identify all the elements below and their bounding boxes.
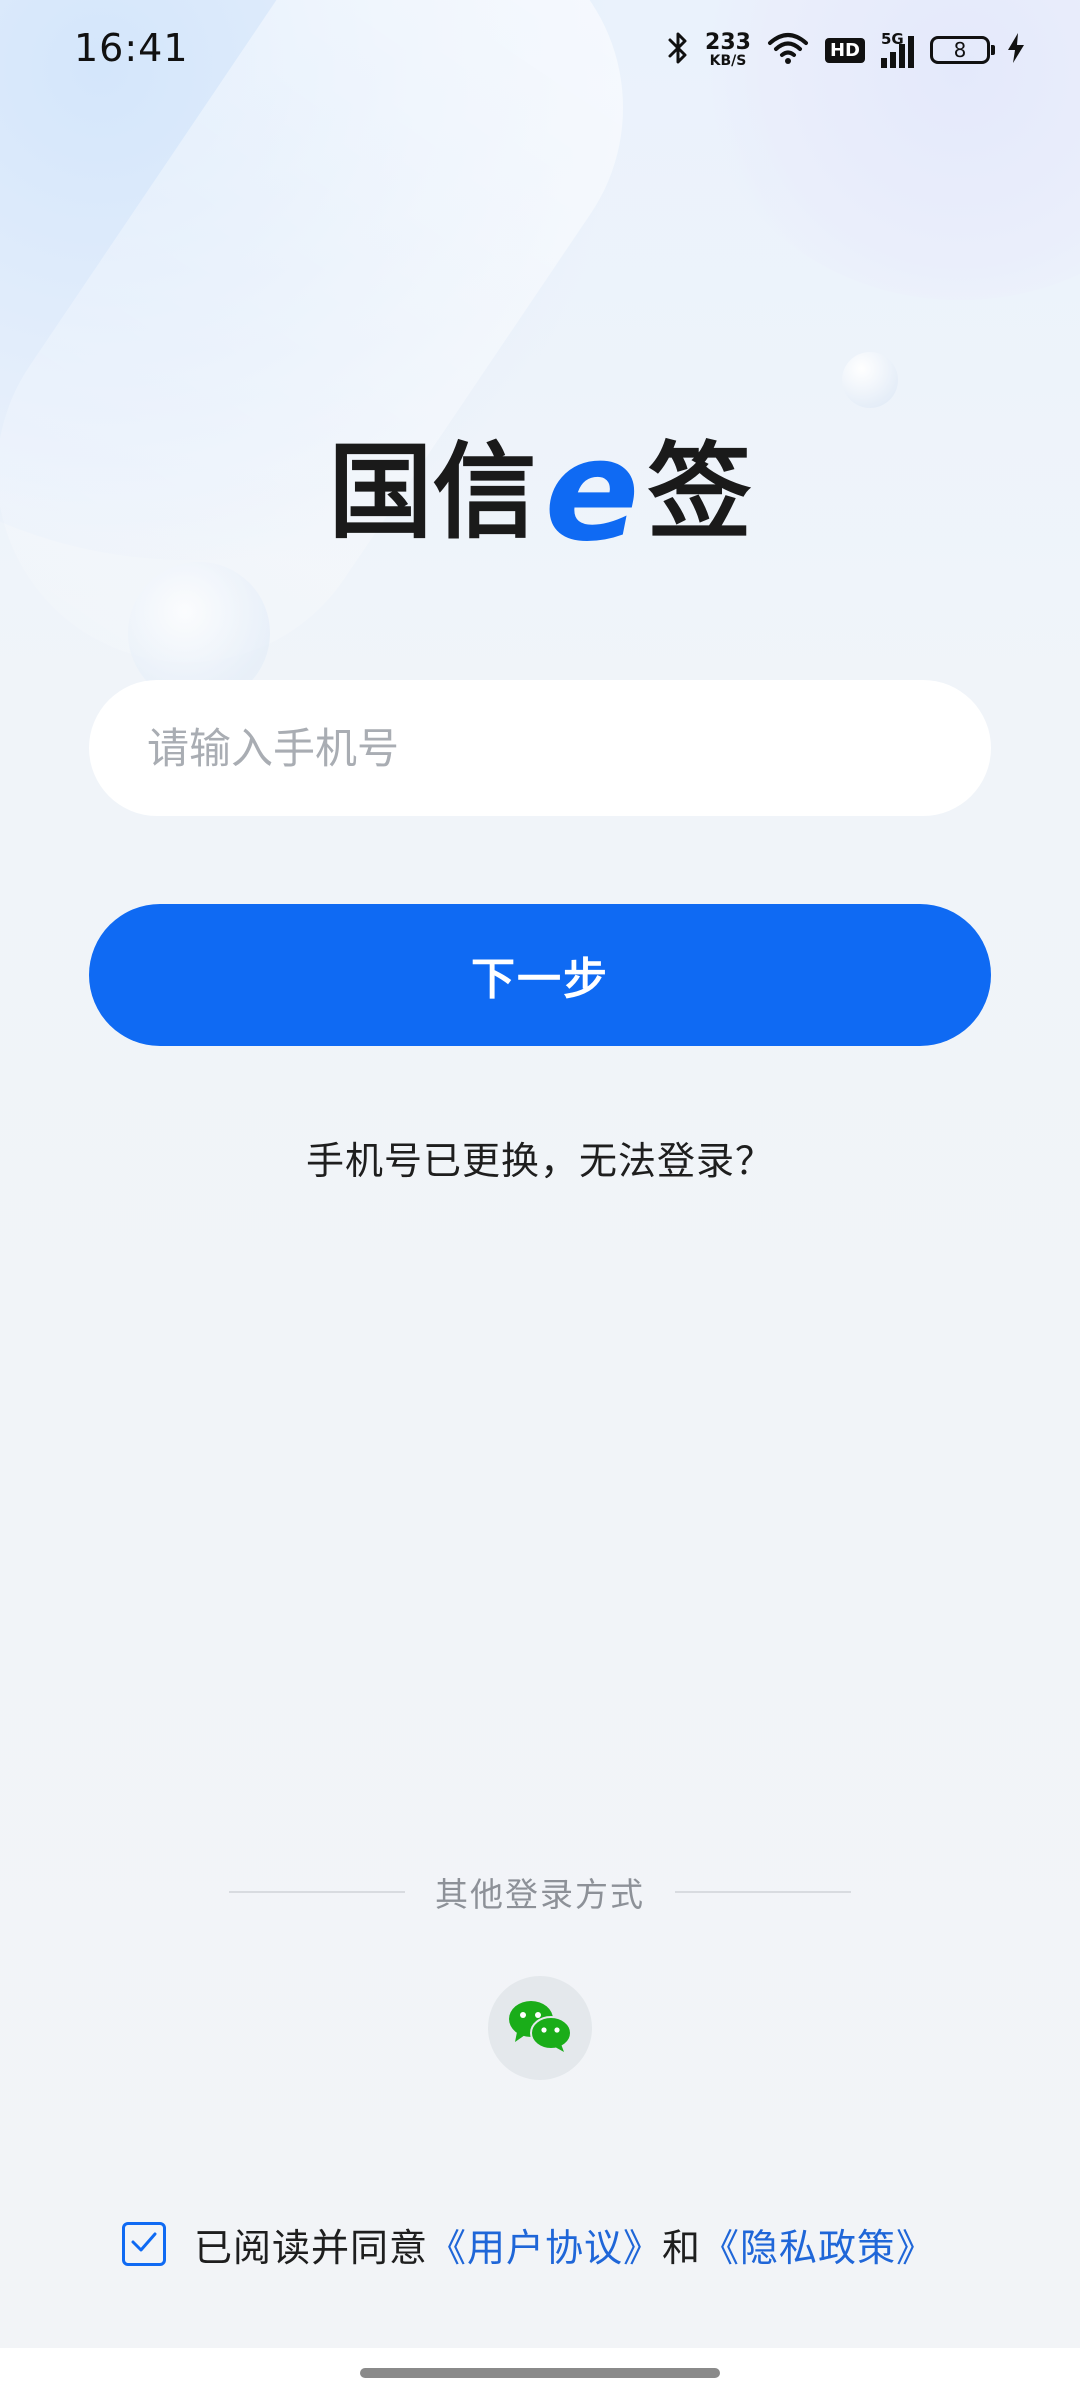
- user-agreement-link[interactable]: 《用户协议》: [428, 2217, 662, 2272]
- privacy-policy-link[interactable]: 《隐私政策》: [701, 2217, 935, 2272]
- bluetooth-icon: [667, 30, 689, 70]
- network-speed-value: 233: [705, 30, 751, 55]
- navigation-bar: [0, 2348, 1080, 2400]
- charging-icon: [1006, 31, 1026, 69]
- other-login-label: 其他登录方式: [435, 1875, 645, 1914]
- wechat-login-button[interactable]: [488, 1976, 592, 2080]
- network-speed: 233 KB/S: [705, 30, 751, 69]
- login-screen: 16:41 233 KB/S HD 5G 8 国信 e 签 请输入手机号 下一步…: [0, 0, 1080, 2400]
- status-time: 16:41: [74, 26, 189, 70]
- logo-e-mark: e: [544, 410, 640, 573]
- other-login-divider: 其他登录方式: [0, 1868, 1080, 1916]
- status-bar: 16:41 233 KB/S HD 5G 8: [0, 0, 1080, 100]
- battery-icon: 8: [930, 36, 995, 64]
- battery-level: 8: [953, 38, 967, 62]
- network-speed-unit: KB/S: [709, 53, 747, 69]
- agreement-conjunction: 和: [662, 2225, 702, 2270]
- divider-line-left: [229, 1891, 405, 1893]
- phone-input[interactable]: [89, 680, 991, 816]
- home-indicator[interactable]: [360, 2368, 720, 2378]
- divider-line-right: [675, 1891, 851, 1893]
- agreement-row: 已阅读并同意 《用户协议》 和 《隐私政策》: [122, 2216, 935, 2272]
- phone-changed-link[interactable]: 手机号已更换，无法登录？: [0, 1130, 1080, 1185]
- next-button[interactable]: 下一步: [89, 904, 991, 1046]
- background-bubble: [842, 352, 898, 408]
- check-icon: [129, 2229, 159, 2259]
- signal-label: 5G: [881, 30, 904, 48]
- signal-icon: 5G: [881, 30, 914, 68]
- phone-input-container: [89, 680, 991, 816]
- agreement-prefix: 已阅读并同意: [194, 2225, 429, 2270]
- status-icons: 233 KB/S HD 5G 8: [667, 28, 1026, 72]
- logo-text-part1: 国信: [328, 431, 537, 553]
- agreement-checkbox[interactable]: [122, 2222, 166, 2266]
- hd-badge: HD: [824, 37, 865, 63]
- wechat-icon: [507, 1998, 573, 2058]
- logo-text-part2: 签: [647, 431, 752, 553]
- app-logo: 国信 e 签: [0, 410, 1080, 573]
- wifi-icon: [767, 31, 809, 69]
